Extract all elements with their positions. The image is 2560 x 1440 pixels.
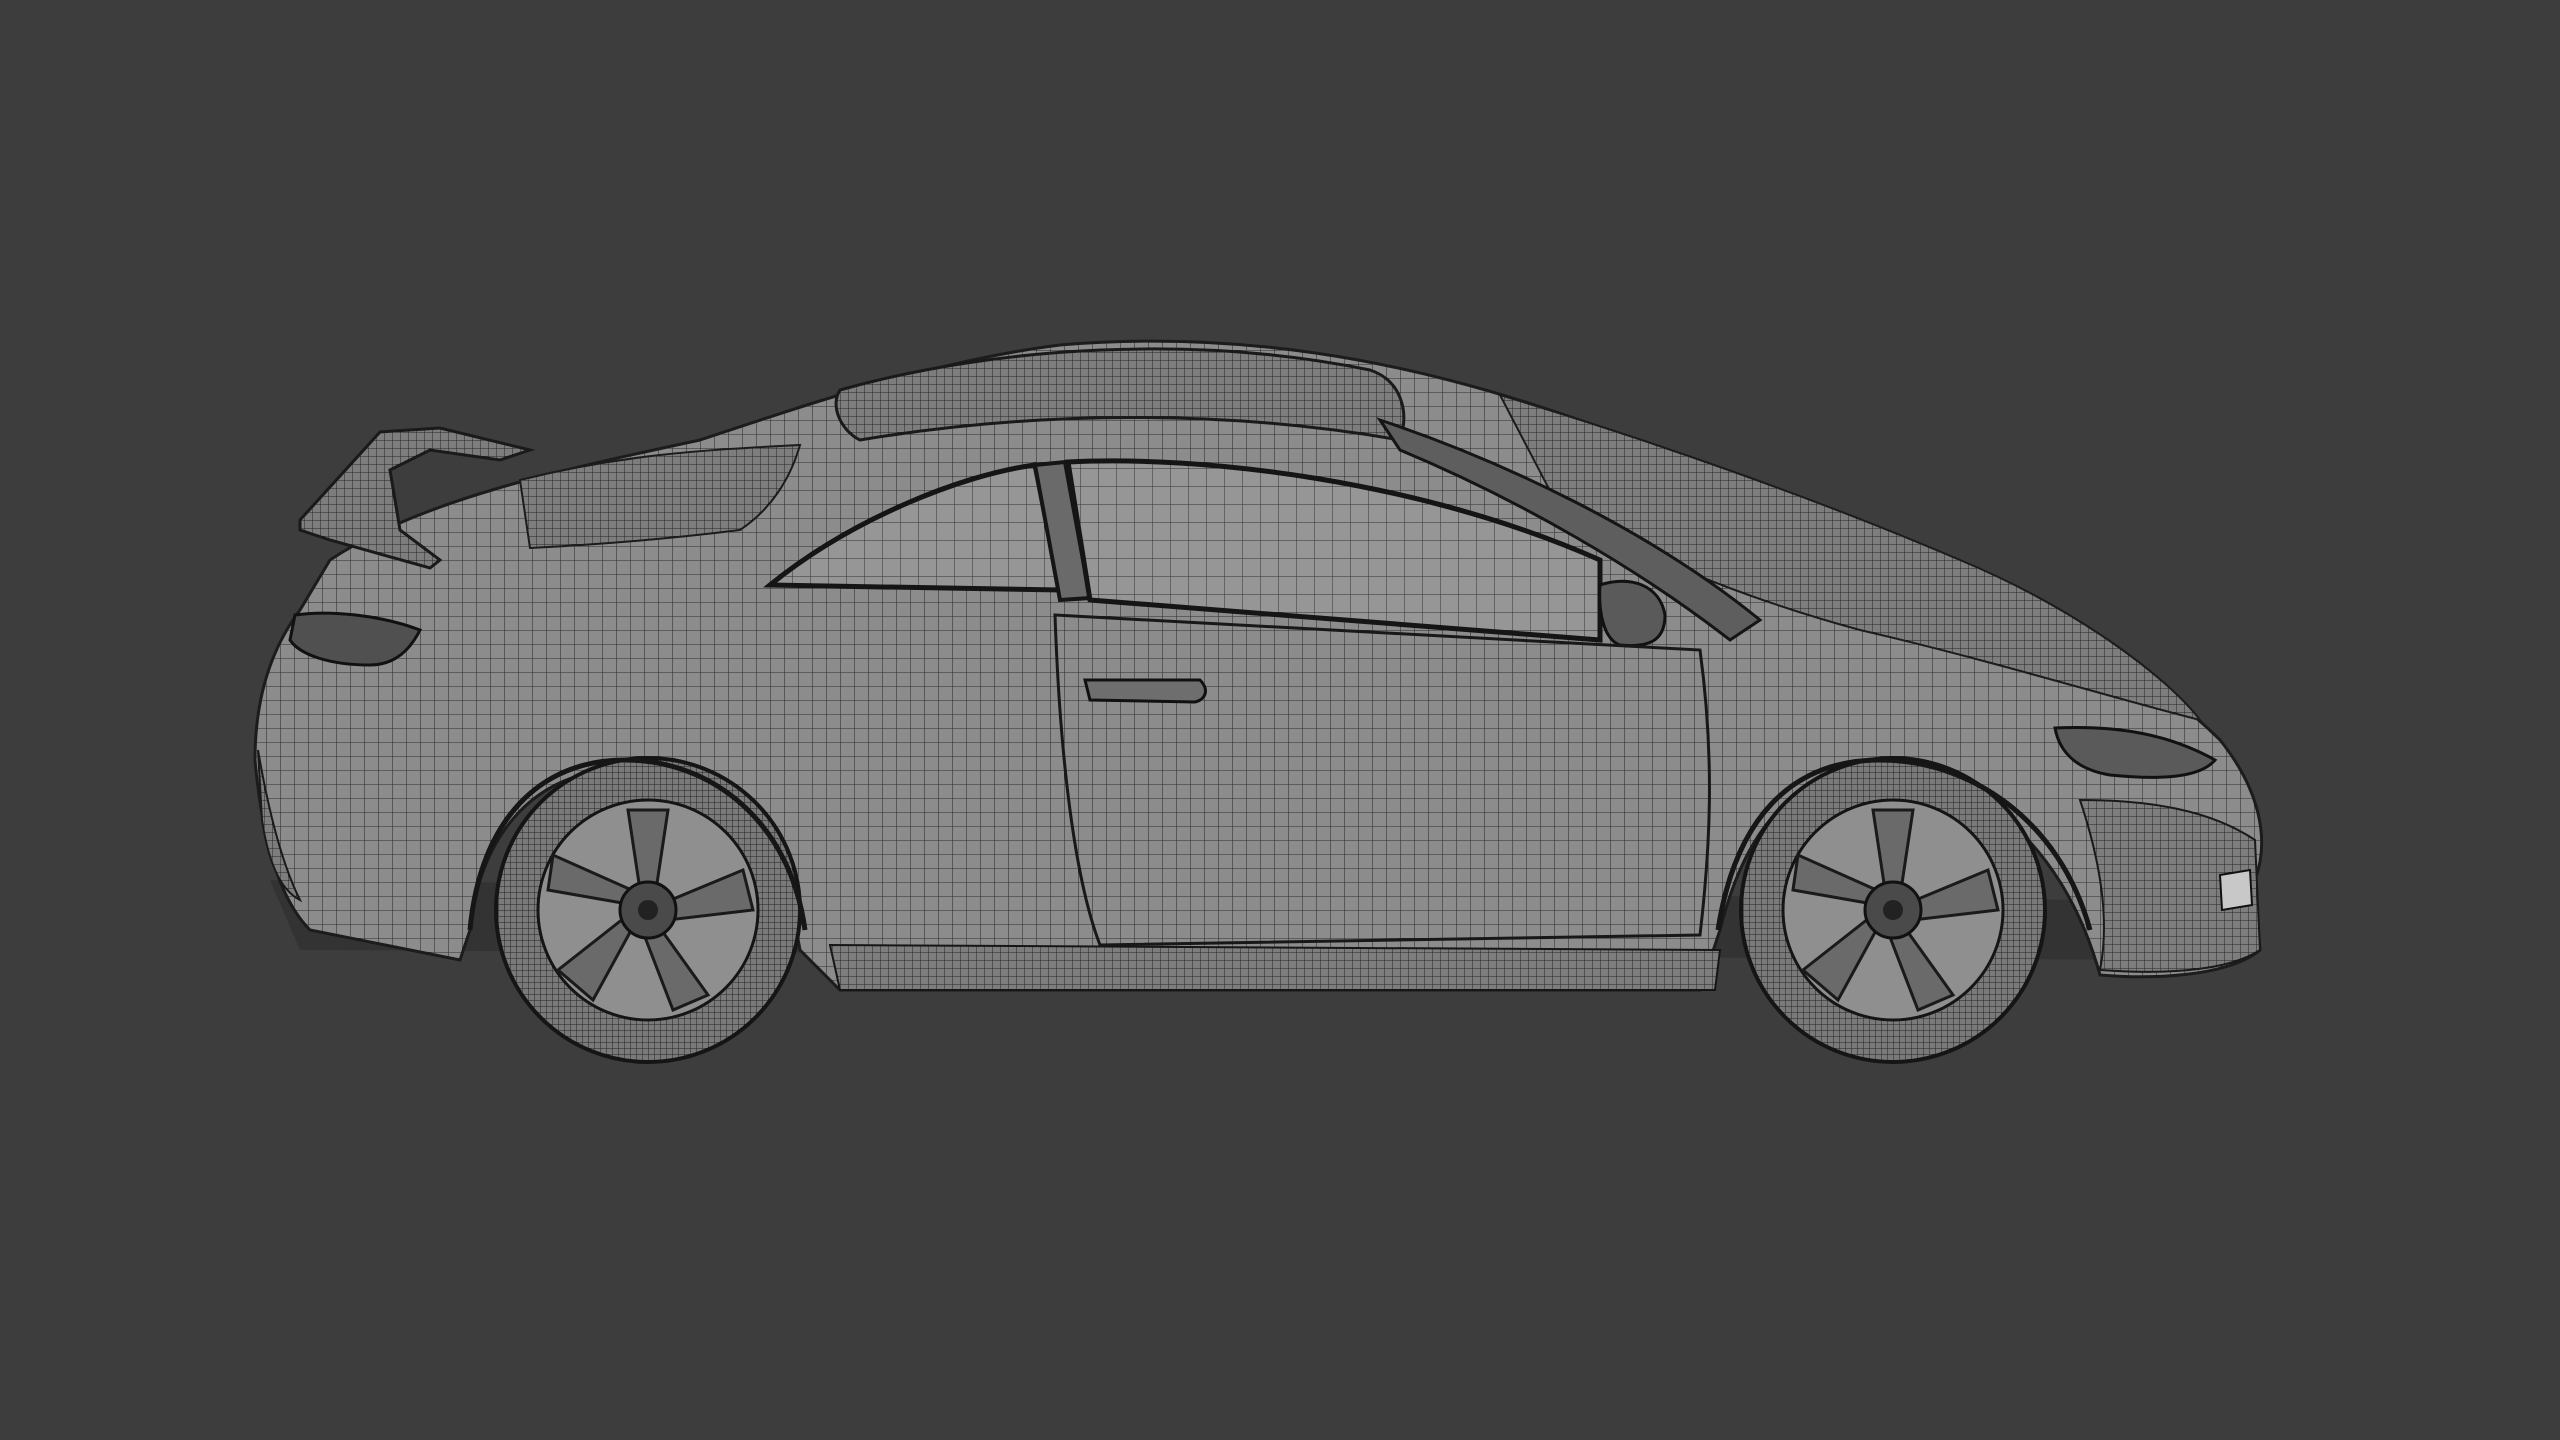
rocker-panel: [828, 943, 1722, 991]
door: [1053, 613, 1711, 947]
rear-wheel: [494, 756, 802, 1064]
front-wheel: [1739, 756, 2047, 1064]
3d-viewport[interactable]: [0, 0, 2560, 1440]
car-wireframe-model[interactable]: [0, 0, 2560, 1440]
fog-light: [2218, 868, 2254, 912]
door-handle: [1083, 678, 1207, 704]
